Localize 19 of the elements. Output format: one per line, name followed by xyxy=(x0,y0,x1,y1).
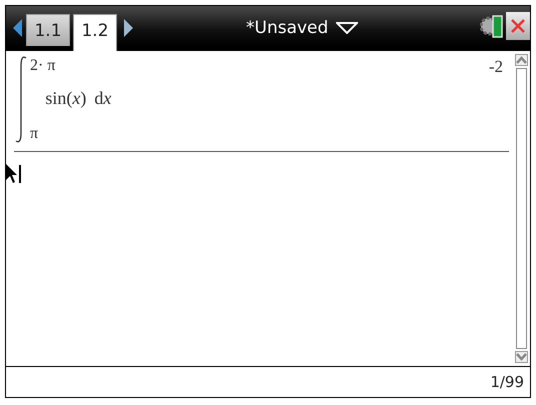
page-counter: 1/99 xyxy=(490,373,524,391)
scroll-up-icon[interactable] xyxy=(515,54,528,66)
left-arrow-icon[interactable] xyxy=(13,19,23,37)
scroll-down-icon[interactable] xyxy=(515,351,528,363)
integral-sign-icon xyxy=(14,55,28,145)
history-entry[interactable]: 2· π π sin(x) dx -2 xyxy=(14,55,509,152)
close-icon xyxy=(510,18,526,34)
integrand: sin(x) xyxy=(45,88,86,108)
document-title[interactable]: *Unsaved xyxy=(246,18,328,38)
right-arrow-icon[interactable] xyxy=(123,19,133,37)
result-value: -2 xyxy=(488,57,503,77)
upper-limit: 2· π xyxy=(30,57,56,75)
page-tab[interactable]: 1.1 xyxy=(26,14,70,46)
differential: dx xyxy=(94,88,112,108)
page-tab[interactable]: 1.2 xyxy=(73,14,117,51)
dropdown-icon[interactable] xyxy=(336,22,358,34)
lower-limit: π xyxy=(30,125,40,143)
settings-battery-icon[interactable] xyxy=(480,13,504,39)
scroll-bar[interactable] xyxy=(513,51,530,366)
